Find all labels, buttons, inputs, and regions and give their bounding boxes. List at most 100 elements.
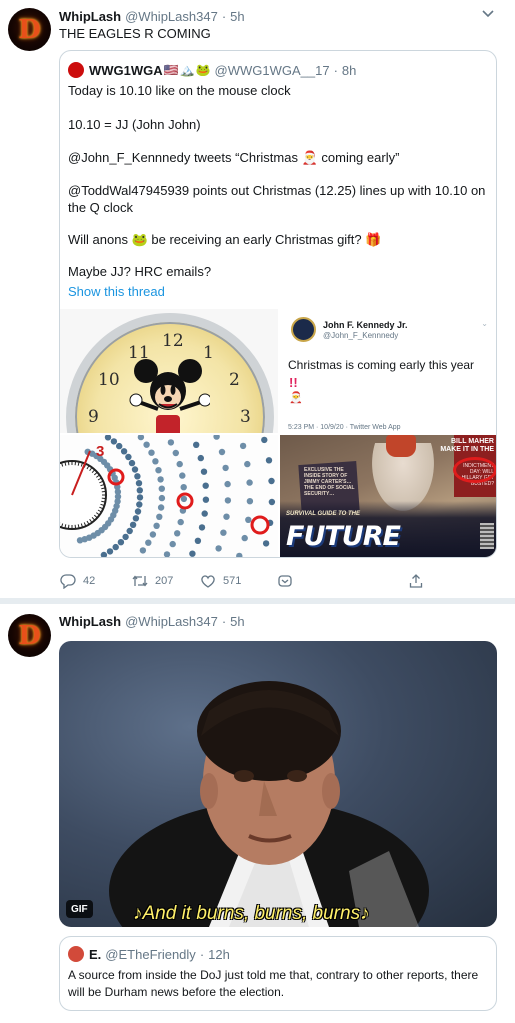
quoted-line: @John_F_Kennnedy tweets “Christmas 🎅 com… xyxy=(68,150,400,165)
dial-tick xyxy=(101,497,106,500)
quoted-timestamp[interactable]: 12h xyxy=(208,947,230,962)
avatar[interactable]: D xyxy=(8,614,51,657)
dial-dot xyxy=(197,454,204,462)
dial-dot xyxy=(200,468,208,475)
avatar[interactable]: D xyxy=(8,8,51,51)
dial-dot xyxy=(261,436,268,444)
quoted-display-name[interactable]: E. xyxy=(89,947,101,962)
dial-dot xyxy=(104,435,112,441)
dial-dot xyxy=(149,531,157,538)
quoted-line: 10.10 = JJ (John John) xyxy=(68,117,201,132)
dial-dot xyxy=(135,480,143,487)
tweet-header: WhipLash @WhipLash347 · 5h xyxy=(59,7,245,25)
dial-dot xyxy=(134,473,141,480)
avatar-letter: D xyxy=(18,620,41,651)
dial-dot xyxy=(158,494,166,502)
highlight-circle xyxy=(250,515,270,535)
dial-dot xyxy=(157,504,165,511)
dial-dot xyxy=(245,516,252,523)
dial-graphic xyxy=(60,435,276,557)
dial-tick xyxy=(67,461,70,466)
mickey-clock-image[interactable]: 12 11 1 10 2 9 3 xyxy=(60,309,278,433)
like-button[interactable]: 571 xyxy=(199,571,241,591)
magazine-cover-image[interactable]: EXCLUSIVE THE INSIDE STORY OF JIMMY CART… xyxy=(280,435,496,557)
dial-dot xyxy=(112,543,119,551)
dial-dot xyxy=(246,479,253,486)
dial-dot xyxy=(143,441,150,448)
display-name[interactable]: WhipLash xyxy=(59,9,121,24)
quoted-handle[interactable]: @ETheFriendly xyxy=(105,947,196,962)
barcode-stripe xyxy=(480,523,494,549)
tweet[interactable]: D WhipLash @WhipLash347 · 5h GIF ♪And it… xyxy=(0,604,515,1023)
dial-dot xyxy=(180,484,187,491)
dial-tick xyxy=(74,524,77,529)
dial-dot xyxy=(220,529,227,536)
tweet[interactable]: D WhipLash @WhipLash347 · 5h THE EAGLES … xyxy=(0,0,515,598)
flag-emoji: 🇺🇸 xyxy=(163,63,179,77)
clock-number: 3 xyxy=(240,407,251,427)
clock-number: 10 xyxy=(98,370,120,390)
quoted-avatar[interactable] xyxy=(68,946,84,962)
mountain-emoji: 🏔️ xyxy=(179,63,195,77)
gif-media[interactable]: GIF ♪And it burns, burns, burns♪ xyxy=(59,641,497,927)
action-bar: 42 207 571 xyxy=(59,571,459,591)
like-icon xyxy=(199,572,217,590)
handle[interactable]: @WhipLash347 xyxy=(125,9,218,24)
dial-dot xyxy=(246,498,254,505)
dial-dot xyxy=(213,435,220,440)
reply-button[interactable]: 42 xyxy=(59,571,95,591)
quoted-handle[interactable]: @WWG1WGA__17 xyxy=(215,63,330,78)
show-thread-link[interactable]: Show this thread xyxy=(68,284,165,299)
media-collage[interactable]: 12 11 1 10 2 9 3 John F. Kennedy Jr. @Jo… xyxy=(60,309,496,557)
share-dm-icon xyxy=(276,572,294,590)
handle[interactable]: @WhipLash347 xyxy=(125,614,218,629)
highlight-ring xyxy=(453,457,496,483)
separator: · xyxy=(221,613,227,629)
embedded-meta: 5:23 PM · 10/9/20 · Twitter Web App xyxy=(288,424,401,431)
like-count: 571 xyxy=(223,575,242,587)
dial-dot xyxy=(158,485,165,492)
quoted-display-name[interactable]: WWG1WGA xyxy=(89,63,163,78)
quoted-tweet[interactable]: E. @ETheFriendly · 12h A source from ins… xyxy=(59,936,497,1011)
dial-dot xyxy=(193,441,200,448)
dial-dot xyxy=(169,540,176,548)
dial-dot xyxy=(136,501,143,508)
chevron-down-icon[interactable] xyxy=(481,7,495,21)
corner-title: BILL MAHER MAKE IT IN THE xyxy=(440,438,494,453)
timestamp[interactable]: 5h xyxy=(230,9,244,24)
share-dm-button[interactable] xyxy=(276,571,300,591)
cover-small-title: SURVIVAL GUIDE TO THE xyxy=(286,511,361,517)
dial-dot xyxy=(174,530,181,537)
paper-text: EXCLUSIVE THE INSIDE STORY OF JIMMY CART… xyxy=(304,467,355,497)
q-clock-dial-image[interactable]: 3 xyxy=(60,435,278,557)
share-button[interactable] xyxy=(407,571,431,591)
quoted-tweet[interactable]: WWG1WGA 🇺🇸 🏔️ 🐸 @WWG1WGA__17 · 8h Today … xyxy=(59,50,497,558)
retweet-button[interactable]: 207 xyxy=(131,571,173,591)
clock-number: 12 xyxy=(162,331,184,351)
dial-dot xyxy=(131,466,139,473)
dial-dot xyxy=(116,442,123,450)
display-name[interactable]: WhipLash xyxy=(59,614,121,629)
dial-dot xyxy=(223,513,230,520)
quoted-timestamp[interactable]: 8h xyxy=(342,63,356,78)
dial-dot xyxy=(132,515,140,522)
quoted-tweet-header: WWG1WGA 🇺🇸 🏔️ 🐸 @WWG1WGA__17 · 8h xyxy=(68,61,356,79)
dial-dot xyxy=(180,495,188,503)
dial-dot xyxy=(155,467,162,474)
dial-tick xyxy=(74,461,77,466)
dial-dot xyxy=(106,548,114,555)
tweet-screenshot-image[interactable]: John F. Kennedy Jr. @John_F_Kennnedy ⌄ C… xyxy=(280,309,496,433)
dial-dot xyxy=(136,487,143,494)
dial-tick xyxy=(101,490,106,493)
retweet-icon xyxy=(131,572,149,590)
separator: · xyxy=(221,8,227,24)
dial-dot xyxy=(222,464,229,472)
quoted-avatar[interactable] xyxy=(68,62,84,78)
cover-big-title: FUTURE xyxy=(286,521,401,552)
frog-emoji: 🐸 xyxy=(195,63,211,77)
timestamp[interactable]: 5h xyxy=(230,614,244,629)
dial-dot xyxy=(126,527,133,535)
dial-dot xyxy=(177,518,184,526)
santa-emoji: 🎅 xyxy=(289,392,303,404)
embedded-name: John F. Kennedy Jr. xyxy=(323,320,408,330)
